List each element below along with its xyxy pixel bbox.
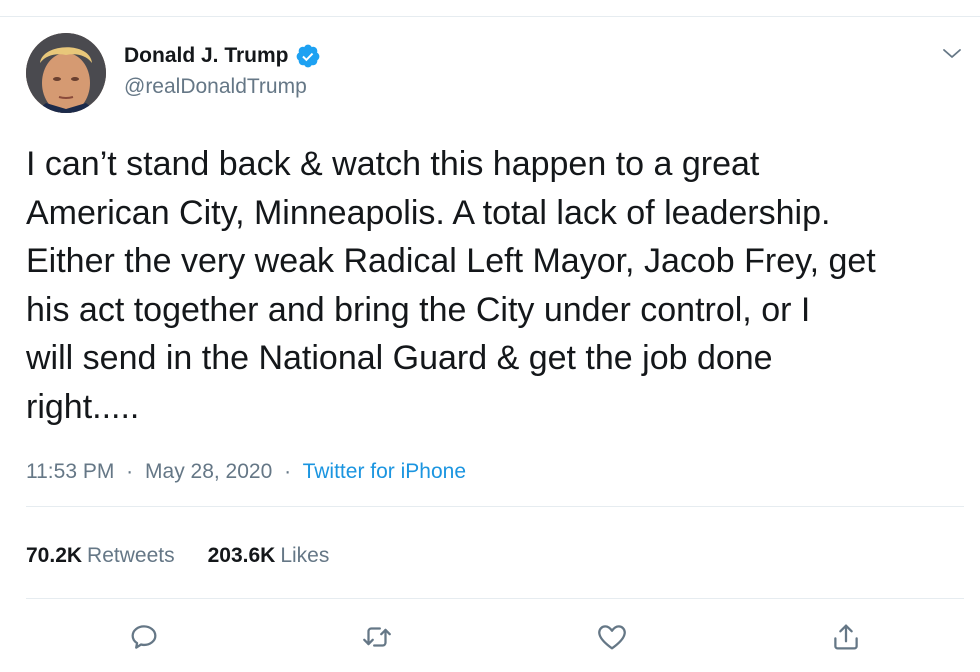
tweet-stats: 70.2K Retweets 203.6K Likes [26, 544, 329, 568]
retweets-label: Retweets [87, 544, 175, 567]
reply-icon[interactable] [127, 620, 161, 654]
verified-badge-icon [295, 43, 321, 69]
chevron-down-icon[interactable] [940, 42, 964, 66]
author-handle[interactable]: @realDonaldTrump [124, 75, 307, 99]
share-icon[interactable] [829, 620, 863, 654]
avatar[interactable] [26, 33, 106, 113]
retweets-count: 70.2K [26, 544, 83, 567]
meta-separator: · [126, 460, 134, 483]
divider [26, 506, 964, 507]
author-name-row: Donald J. Trump [124, 42, 321, 70]
likes-stat[interactable]: 203.6K Likes [208, 544, 330, 568]
like-icon[interactable] [595, 620, 629, 654]
retweets-stat[interactable]: 70.2K Retweets [26, 544, 175, 568]
tweet-date[interactable]: May 28, 2020 [145, 460, 272, 483]
author-display-name[interactable]: Donald J. Trump [124, 44, 289, 68]
meta-separator: · [284, 460, 292, 483]
tweet-source-link[interactable]: Twitter for iPhone [303, 460, 466, 483]
likes-label: Likes [280, 544, 330, 567]
retweet-icon[interactable] [360, 620, 394, 654]
profile-photo-icon [26, 33, 106, 113]
tweet-time[interactable]: 11:53 PM [26, 460, 114, 483]
tweet-meta: 11:53 PM · May 28, 2020 · Twitter for iP… [26, 460, 466, 484]
likes-count: 203.6K [207, 544, 276, 567]
top-border [0, 16, 980, 17]
divider [26, 598, 964, 599]
tweet-text: I can’t stand back & watch this happen t… [26, 145, 876, 426]
